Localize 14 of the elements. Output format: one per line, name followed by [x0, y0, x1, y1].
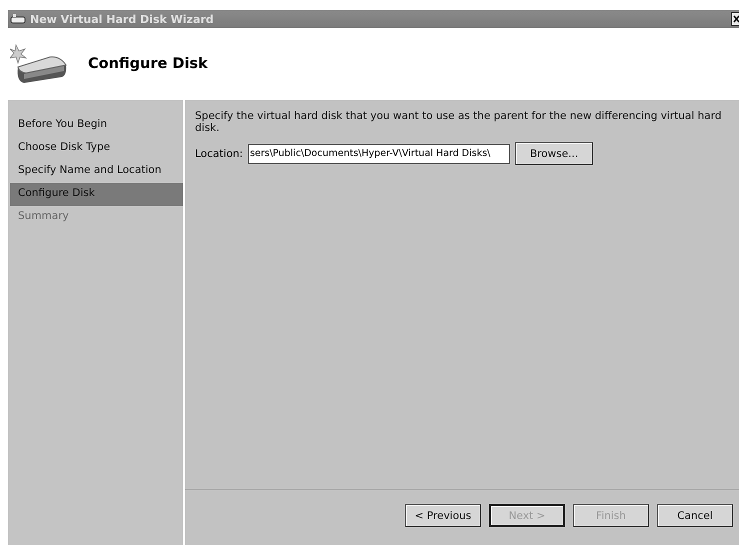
step-item[interactable]: Choose Disk Type: [10, 137, 183, 160]
step-item[interactable]: Before You Begin: [10, 114, 183, 137]
page-title: Configure Disk: [88, 56, 208, 72]
location-label: Location:: [195, 148, 243, 160]
wizard-button[interactable]: Cancel: [657, 504, 733, 527]
close-icon[interactable]: [731, 12, 739, 26]
browse-button[interactable]: Browse...: [514, 142, 594, 165]
step-item[interactable]: Configure Disk: [10, 183, 183, 206]
description-text: Specify the virtual hard disk that you want to use as the parent for the new differencing virtual hard disk.: [195, 110, 723, 134]
wizard-button[interactable]: < Previous: [405, 504, 481, 527]
step-item[interactable]: Specify Name and Location: [10, 160, 183, 183]
location-field[interactable]: sers\Public\Documents\Hyper-V\Virtual Hard Disks\: [248, 144, 510, 164]
window-title: New Virtual Hard Disk Wizard: [30, 12, 215, 26]
disk-icon: [10, 13, 26, 25]
